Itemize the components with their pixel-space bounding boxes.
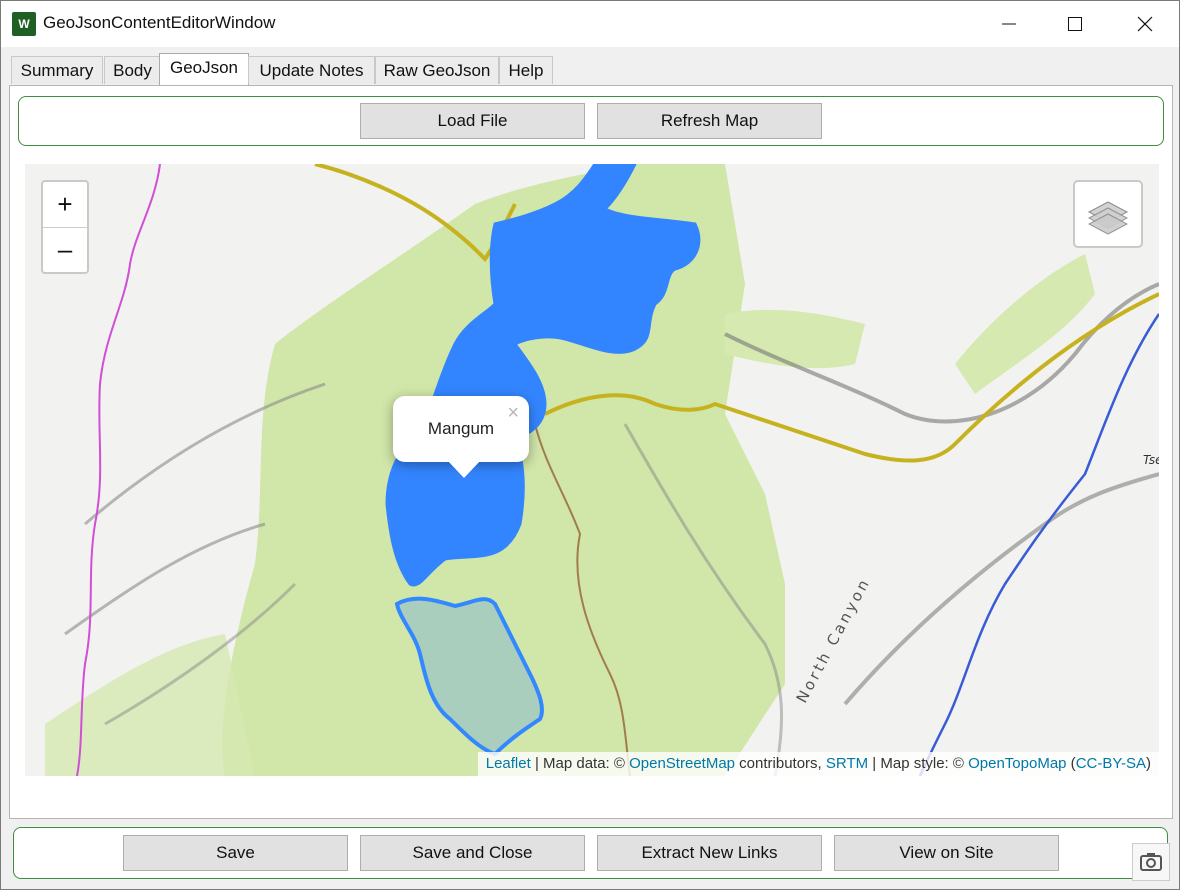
camera-icon xyxy=(1140,853,1162,871)
close-icon xyxy=(1137,16,1153,32)
attribution-text: ) xyxy=(1146,755,1151,772)
attribution-text: | Map style: © xyxy=(868,755,969,772)
leaflet-link[interactable]: Leaflet xyxy=(486,755,531,772)
title-bar[interactable]: W GeoJsonContentEditorWindow xyxy=(1,1,1179,47)
attribution-text: ( xyxy=(1066,755,1076,772)
tab-help[interactable]: Help xyxy=(499,56,553,84)
zoom-in-button[interactable]: + xyxy=(43,182,87,227)
opentopomap-link[interactable]: OpenTopoMap xyxy=(968,755,1066,772)
tab-body[interactable]: Body xyxy=(104,56,161,84)
popup-close-button[interactable]: × xyxy=(507,402,519,425)
license-link[interactable]: CC-BY-SA xyxy=(1076,755,1146,772)
extract-new-links-button[interactable]: Extract New Links xyxy=(597,835,822,871)
openstreetmap-link[interactable]: OpenStreetMap xyxy=(629,755,735,772)
attribution-text: | Map data: © xyxy=(530,755,630,772)
tab-update-notes[interactable]: Update Notes xyxy=(248,56,375,84)
close-window-button[interactable] xyxy=(1122,1,1168,47)
minimize-button[interactable] xyxy=(986,1,1032,47)
tab-strip: Summary Body GeoJson Update Notes Raw Ge… xyxy=(1,47,1179,87)
map-attribution: Leaflet | Map data: © OpenStreetMap cont… xyxy=(477,752,1159,776)
zoom-control: + – xyxy=(41,180,89,274)
layers-button[interactable] xyxy=(1073,180,1143,248)
window-title: GeoJsonContentEditorWindow xyxy=(43,13,276,32)
map-view[interactable]: North Canyon Tse + – Mangum × Leaflet | … xyxy=(25,164,1159,776)
app-icon: W xyxy=(12,12,36,36)
maximize-button[interactable] xyxy=(1052,1,1098,47)
tab-summary[interactable]: Summary xyxy=(11,56,103,84)
map-popup: Mangum × xyxy=(393,396,529,478)
view-on-site-button[interactable]: View on Site xyxy=(834,835,1059,871)
map-label-edge: Tse xyxy=(1143,453,1159,467)
load-file-button[interactable]: Load File xyxy=(360,103,585,139)
bottom-action-bar: Save Save and Close Extract New Links Vi… xyxy=(13,827,1168,879)
minimize-icon xyxy=(1002,23,1016,25)
popup-tip xyxy=(447,460,481,478)
tab-raw-geojson[interactable]: Raw GeoJson xyxy=(375,56,499,84)
maximize-icon xyxy=(1068,17,1082,31)
layers-icon xyxy=(1087,201,1129,235)
map-tiles: North Canyon Tse xyxy=(25,164,1159,776)
srtm-link[interactable]: SRTM xyxy=(826,755,868,772)
attribution-text: contributors, xyxy=(735,755,826,772)
zoom-divider xyxy=(43,227,87,228)
tab-geojson[interactable]: GeoJson xyxy=(159,53,249,85)
map-toolbar: Load File Refresh Map xyxy=(18,96,1164,146)
zoom-out-button[interactable]: – xyxy=(43,227,87,272)
save-and-close-button[interactable]: Save and Close xyxy=(360,835,585,871)
screenshot-button[interactable] xyxy=(1132,843,1170,881)
refresh-map-button[interactable]: Refresh Map xyxy=(597,103,822,139)
save-button[interactable]: Save xyxy=(123,835,348,871)
app-window: W GeoJsonContentEditorWindow Summary Bod… xyxy=(0,0,1180,890)
